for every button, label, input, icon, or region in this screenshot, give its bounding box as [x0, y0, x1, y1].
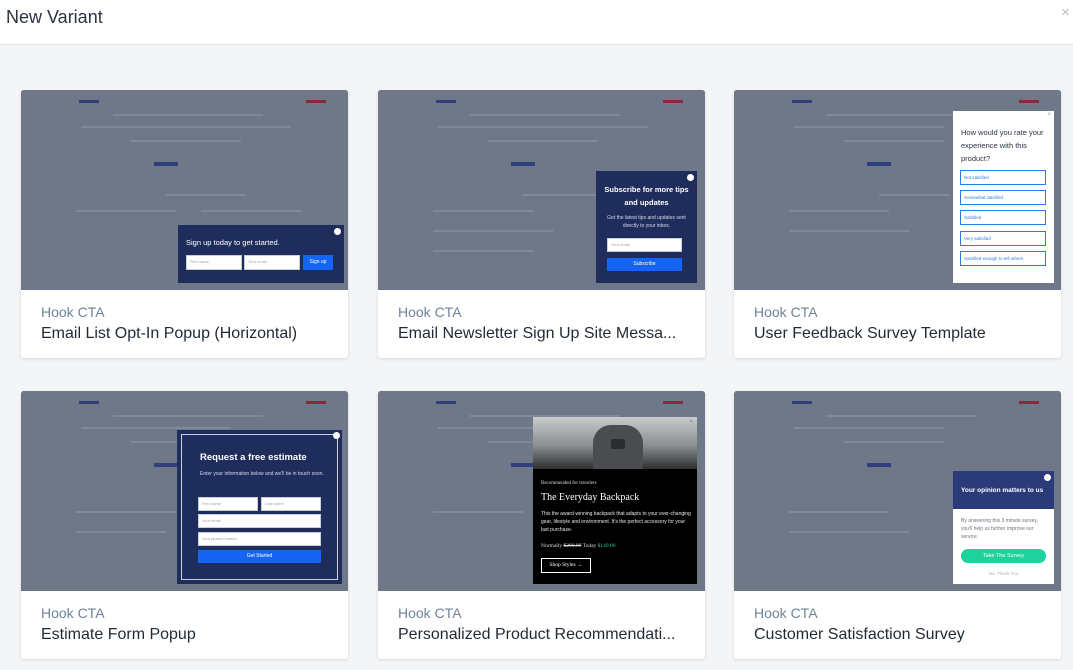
- modal-header: New Variant ×: [0, 0, 1073, 45]
- email-field: Your email: [244, 255, 300, 270]
- card-kind: Hook CTA: [41, 605, 105, 621]
- card-title: Estimate Form Popup: [41, 626, 196, 643]
- close-icon[interactable]: ×: [1061, 5, 1073, 20]
- new-price: $149.00: [597, 543, 616, 549]
- first-name-field: First name: [186, 255, 242, 270]
- modal-title: New Variant: [6, 7, 103, 27]
- card-kind: Hook CTA: [754, 304, 818, 320]
- template-card-email-list-optin[interactable]: Sign up today to get started. First name…: [21, 90, 348, 358]
- template-thumbnail: Your opinion matters to us By answering …: [734, 391, 1061, 591]
- survey-option: Very satisfied: [960, 231, 1046, 246]
- survey-heading: Your opinion matters to us: [961, 487, 1044, 494]
- template-card-estimate-form[interactable]: Request a free estimate Enter your infor…: [21, 391, 348, 659]
- popup-preview: Sign up today to get started. First name…: [178, 225, 344, 283]
- product-heading: The Everyday Backpack: [541, 492, 640, 503]
- template-card-user-feedback[interactable]: × How would you rate your experience wit…: [734, 90, 1061, 358]
- card-title: User Feedback Survey Template: [754, 325, 986, 342]
- decline-link: No, Thank You: [988, 571, 1019, 576]
- product-popup-preview: × Recommended for travelers The Everyday…: [533, 417, 697, 584]
- popup-body: Enter your information below and we'll b…: [200, 471, 324, 477]
- template-card-email-newsletter[interactable]: Subscribe for more tips and updates Get …: [378, 90, 705, 358]
- card-title: Customer Satisfaction Survey: [754, 626, 965, 643]
- template-card-customer-satisfaction[interactable]: Your opinion matters to us By answering …: [734, 391, 1061, 659]
- popup-close-icon: [687, 174, 694, 181]
- popup-preview: Request a free estimate Enter your infor…: [177, 430, 342, 584]
- template-thumbnail: × Recommended for travelers The Everyday…: [378, 391, 705, 591]
- card-title: Personalized Product Recommendati...: [398, 626, 676, 643]
- email-field: Your email: [607, 238, 682, 252]
- email-field: Your email: [198, 514, 321, 528]
- survey-popup-preview: × How would you rate your experience wit…: [953, 111, 1054, 283]
- survey-body: By answering this 3 minute survey, you'l…: [961, 518, 1038, 540]
- last-name-field: Last name: [261, 497, 321, 511]
- popup-body: Get the latest tips and updates sent dir…: [607, 215, 686, 229]
- survey-option: Satisfied: [960, 210, 1046, 225]
- template-thumbnail: Sign up today to get started. First name…: [21, 90, 348, 290]
- template-thumbnail: Subscribe for more tips and updates Get …: [378, 90, 705, 290]
- signup-button: Sign up: [303, 255, 333, 270]
- card-kind: Hook CTA: [398, 605, 462, 621]
- get-started-button: Get Started: [198, 550, 321, 563]
- shop-styles-button: Shop Styles →: [541, 558, 591, 573]
- popup-heading: Request a free estimate: [200, 452, 307, 463]
- popup-preview: Subscribe for more tips and updates Get …: [596, 171, 697, 283]
- popup-close-icon: ×: [1047, 112, 1051, 118]
- survey-option: Not satisfied: [960, 170, 1046, 185]
- old-price: $299.99: [563, 543, 582, 549]
- survey-popup-header: Your opinion matters to us: [953, 471, 1054, 509]
- popup-close-icon: [1044, 474, 1051, 481]
- survey-question: How would you rate your experience with …: [961, 128, 1044, 163]
- subscribe-button: Subscribe: [607, 258, 682, 271]
- survey-option: Somewhat satisfied: [960, 190, 1046, 205]
- product-image: ×: [533, 417, 697, 469]
- template-card-product-recommendation[interactable]: × Recommended for travelers The Everyday…: [378, 391, 705, 659]
- product-pricing: Normally $299.99 Today $149.00: [541, 543, 616, 549]
- popup-close-icon: ×: [689, 419, 693, 425]
- phone-field: Your phone number: [198, 532, 321, 546]
- popup-heading: Sign up today to get started.: [186, 238, 280, 247]
- template-thumbnail: Request a free estimate Enter your infor…: [21, 391, 348, 591]
- template-thumbnail: × How would you rate your experience wit…: [734, 90, 1061, 290]
- card-title: Email List Opt-In Popup (Horizontal): [41, 325, 298, 342]
- popup-close-icon: [333, 432, 340, 439]
- card-kind: Hook CTA: [754, 605, 818, 621]
- popup-close-icon: [334, 228, 341, 235]
- first-name-field: First name: [198, 497, 258, 511]
- popup-heading: Subscribe for more tips and updates: [604, 185, 689, 207]
- card-title: Email Newsletter Sign Up Site Messa...: [398, 325, 677, 342]
- take-survey-button: Take The Survey: [961, 549, 1046, 563]
- card-kind: Hook CTA: [398, 304, 462, 320]
- card-kind: Hook CTA: [41, 304, 105, 320]
- product-eyebrow: Recommended for travelers: [541, 481, 597, 486]
- product-body: This the award-winning backpack that ada…: [541, 511, 691, 533]
- survey-option: Satisfied enough to tell others: [960, 251, 1046, 266]
- survey-popup-preview: Your opinion matters to us By answering …: [953, 471, 1054, 584]
